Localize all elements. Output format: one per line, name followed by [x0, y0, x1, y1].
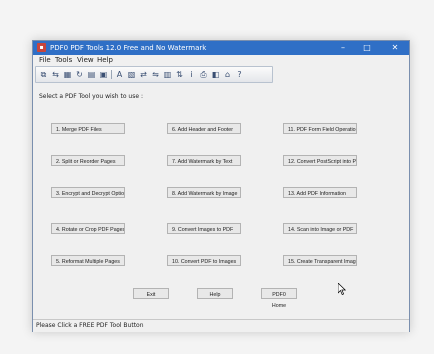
tool-reformat-button[interactable]: 5. Reformat Multiple Pages: [51, 255, 125, 266]
menu-file[interactable]: File: [39, 55, 51, 66]
tool-pdf-to-images-button[interactable]: 10. Convert PDF to Images: [167, 255, 241, 266]
menu-help[interactable]: Help: [97, 55, 113, 66]
help-icon[interactable]: ?: [235, 70, 244, 79]
app-window: ▪ PDF0 PDF Tools 12.0 Free and No Waterm…: [32, 40, 410, 332]
tool-rotate-button[interactable]: 4. Rotate or Crop PDF Pages: [51, 223, 125, 234]
tool-watermark-text-button[interactable]: 7. Add Watermark by Text: [167, 155, 241, 166]
split-icon[interactable]: ⇆: [51, 70, 60, 79]
info-icon[interactable]: i: [187, 70, 196, 79]
header-icon[interactable]: ▣: [99, 70, 108, 79]
scan-icon[interactable]: ⎙: [199, 70, 208, 79]
rotate-icon[interactable]: ↻: [75, 70, 84, 79]
form-icon[interactable]: ▥: [163, 70, 172, 79]
postscript-icon[interactable]: ⇅: [175, 70, 184, 79]
status-bar: Please Click a FREE PDF Tool Button: [33, 319, 409, 332]
encrypt-icon[interactable]: ▦: [63, 70, 72, 79]
prompt-label: Select a PDF Tool you wish to use :: [39, 93, 143, 100]
home-button[interactable]: PDF0 Home: [261, 288, 297, 309]
app-logo-icon: ▪: [37, 43, 46, 52]
tool-transparent-image-button[interactable]: 15. Create Transparent Image: [283, 255, 357, 266]
mouse-cursor-icon: [338, 283, 346, 295]
tool-watermark-image-button[interactable]: 8. Add Watermark by Image: [167, 187, 241, 198]
help-button[interactable]: Help: [197, 288, 233, 299]
transparent-icon[interactable]: ◧: [211, 70, 220, 79]
window-title: PDF0 PDF Tools 12.0 Free and No Watermar…: [50, 44, 207, 52]
menu-bar: File Tools View Help: [33, 55, 409, 66]
reformat-icon[interactable]: ▤: [87, 70, 96, 79]
status-text: Please Click a FREE PDF Tool Button: [36, 322, 144, 329]
maximize-button[interactable]: □: [357, 42, 377, 54]
close-button[interactable]: ✕: [385, 42, 405, 54]
tool-pdf-info-button[interactable]: 13. Add PDF Information: [283, 187, 357, 198]
title-bar[interactable]: ▪ PDF0 PDF Tools 12.0 Free and No Waterm…: [33, 41, 409, 55]
minimize-button[interactable]: –: [333, 42, 353, 54]
merge-icon[interactable]: ⧉: [39, 70, 48, 79]
watermark-text-icon[interactable]: A: [115, 70, 124, 79]
tool-form-fields-button[interactable]: 11. PDF Form Field Operations: [283, 123, 357, 134]
toolbar-separator: [111, 70, 112, 79]
menu-tools[interactable]: Tools: [55, 55, 72, 66]
home-icon[interactable]: ⌂: [223, 70, 232, 79]
tool-encrypt-button[interactable]: 3. Encrypt and Decrypt Options: [51, 187, 125, 198]
tool-merge-button[interactable]: 1. Merge PDF Files: [51, 123, 125, 134]
convert-pdf-icon[interactable]: ⇋: [151, 70, 160, 79]
tool-split-button[interactable]: 2. Split or Reorder Pages: [51, 155, 125, 166]
exit-button[interactable]: Exit: [133, 288, 169, 299]
menu-view[interactable]: View: [77, 55, 94, 66]
tool-images-to-pdf-button[interactable]: 9. Convert Images to PDF: [167, 223, 241, 234]
tool-scan-button[interactable]: 14. Scan into Image or PDF: [283, 223, 357, 234]
tool-header-footer-button[interactable]: 6. Add Header and Footer: [167, 123, 241, 134]
watermark-image-icon[interactable]: ▧: [127, 70, 136, 79]
convert-image-icon[interactable]: ⇄: [139, 70, 148, 79]
tool-postscript-button[interactable]: 12. Convert PostScript into PDF: [283, 155, 357, 166]
toolbar: ⧉ ⇆ ▦ ↻ ▤ ▣ A ▧ ⇄ ⇋ ▥ ⇅ i ⎙ ◧ ⌂ ?: [35, 66, 273, 83]
